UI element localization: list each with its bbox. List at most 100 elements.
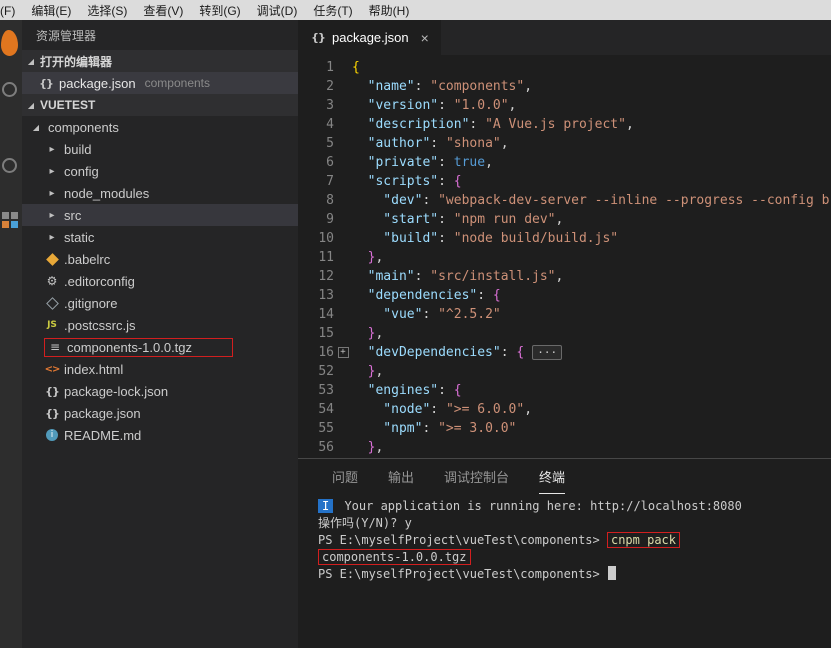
code-line-11[interactable]: 11 }, [298,248,831,267]
code-line-55[interactable]: 55 "npm": ">= 3.0.0" [298,419,831,438]
tree-item-package.json[interactable]: package.json [22,402,298,424]
tree-item-README.md[interactable]: README.md [22,424,298,446]
code-line-14[interactable]: 14 "vue": "^2.5.2" [298,305,831,324]
tree-item-config[interactable]: config [22,160,298,182]
code-line-4[interactable]: 4 "description": "A Vue.js project", [298,115,831,134]
code-token: ">= 6.0.0" [445,402,525,417]
menu-item-tasks[interactable]: 任务(T) [305,2,360,19]
code-line-7[interactable]: 7 "scripts": { [298,172,831,191]
gutter [334,419,352,438]
activity-bar [0,20,22,648]
code-token: : [469,117,486,132]
panel-tab-output[interactable]: 输出 [388,459,414,494]
info-icon [46,429,58,441]
workbench: 资源管理器 打开的编辑器 package.json components VUE… [0,20,831,648]
code-line-2[interactable]: 2 "name": "components", [298,77,831,96]
tree-item-.babelrc[interactable]: .babelrc [22,248,298,270]
extensions-icon[interactable] [2,212,18,228]
code-line-9[interactable]: 9 "start": "npm run dev", [298,210,831,229]
tree-item-components-1.0.0.tgz[interactable]: components-1.0.0.tgz [22,336,298,358]
project-section-label: VUETEST [40,98,96,112]
tree-item-src[interactable]: src [22,204,298,226]
git-icon [44,299,60,308]
file-icon [47,340,63,354]
search-icon[interactable] [2,82,17,97]
chevron-collapsed-icon [44,188,60,199]
gutter [334,248,352,267]
menu-item-debug[interactable]: 调试(D) [249,2,306,19]
tree-item-.editorconfig[interactable]: .editorconfig [22,270,298,292]
code-token: "webpack-dev-server --inline --progress … [438,193,830,208]
tab-package-json[interactable]: package.json × [298,20,441,55]
code-token: : [422,421,439,436]
chevron-collapsed-icon [44,232,60,243]
gutter [334,210,352,229]
code-text: "private": true, [352,153,831,172]
tree-item-.postcssrc.js[interactable]: .postcssrc.js [22,314,298,336]
editor-group: package.json × 1{2 "name": "components",… [298,20,831,648]
project-section-header[interactable]: VUETEST [22,94,298,116]
tree-item-.gitignore[interactable]: .gitignore [22,292,298,314]
explorer-icon[interactable] [1,30,18,56]
code-token: , [375,364,384,379]
code-line-53[interactable]: 53 "engines": { [298,381,831,400]
tree-item-index.html[interactable]: index.html [22,358,298,380]
menu-item-view[interactable]: 查看(V) [135,2,191,19]
code-line-6[interactable]: 6 "private": true, [298,153,831,172]
open-editors-label: 打开的编辑器 [40,54,113,69]
panel-tab-problems[interactable]: 问题 [332,459,358,494]
code-line-3[interactable]: 3 "version": "1.0.0", [298,96,831,115]
code-token: , [625,117,634,132]
code-token: : [500,345,517,360]
tree-item-node_modules[interactable]: node_modules [22,182,298,204]
menu-item-help[interactable]: 帮助(H) [361,2,418,19]
tree-item-static[interactable]: static [22,226,298,248]
code-token: "shona" [445,136,501,151]
debug-icon[interactable] [2,158,17,173]
chevron-collapsed-icon [44,144,60,155]
line-number: 8 [326,193,334,208]
code-line-16[interactable]: 16 + "devDependencies": {··· [298,343,831,362]
open-editor-item[interactable]: package.json components [22,72,298,94]
tree-item-package-lock.json[interactable]: package-lock.json [22,380,298,402]
close-icon[interactable]: × [421,30,429,46]
code-token: : [430,402,446,417]
code-line-15[interactable]: 15 }, [298,324,831,343]
annotation-box: components-1.0.0.tgz [44,337,234,357]
code-token: "node" [352,402,431,417]
code-text: "npm": ">= 3.0.0" [352,419,831,438]
line-number: 14 [318,307,334,322]
menu-item-selection[interactable]: 选择(S) [79,2,135,19]
code-token: , [500,136,509,151]
menu-item-goto[interactable]: 转到(G) [191,2,248,19]
chevron-expanded-icon [25,57,37,66]
code-token: : [438,174,454,189]
code-line-13[interactable]: 13 "dependencies": { [298,286,831,305]
panel-tab-debug-console[interactable]: 调试控制台 [444,459,509,494]
code-text: "main": "src/install.js", [352,267,831,286]
code-text: "engines": { [352,381,831,400]
code-token: , [524,79,533,94]
code-line-1[interactable]: 1{ [298,58,831,77]
folded-code-badge[interactable]: ··· [532,345,563,360]
code-line-5[interactable]: 5 "author": "shona", [298,134,831,153]
code-token: "A Vue.js project" [485,117,626,132]
code-line-54[interactable]: 54 "node": ">= 6.0.0", [298,400,831,419]
menu-item-edit[interactable]: 编辑(E) [23,2,79,19]
code-line-10[interactable]: 10 "build": "node build/build.js" [298,229,831,248]
menu-item-file[interactable]: 文件(F) [0,2,23,19]
code-line-12[interactable]: 12 "main": "src/install.js", [298,267,831,286]
line-number: 52 [318,364,334,379]
code-editor[interactable]: 1{2 "name": "components", 3 "version": "1… [298,55,831,458]
open-editors-header[interactable]: 打开的编辑器 [22,50,298,72]
code-line-8[interactable]: 8 "dev": "webpack-dev-server --inline --… [298,191,831,210]
terminal[interactable]: I Your application is running here: http… [298,494,831,648]
code-text: "version": "1.0.0", [352,96,831,115]
code-line-56[interactable]: 56 }, [298,438,831,457]
tree-item-components[interactable]: components [22,116,298,138]
js-icon [44,320,60,330]
panel-tab-terminal[interactable]: 终端 [539,459,566,494]
code-line-52[interactable]: 52 }, [298,362,831,381]
fold-icon[interactable]: + [337,347,349,358]
tree-item-build[interactable]: build [22,138,298,160]
